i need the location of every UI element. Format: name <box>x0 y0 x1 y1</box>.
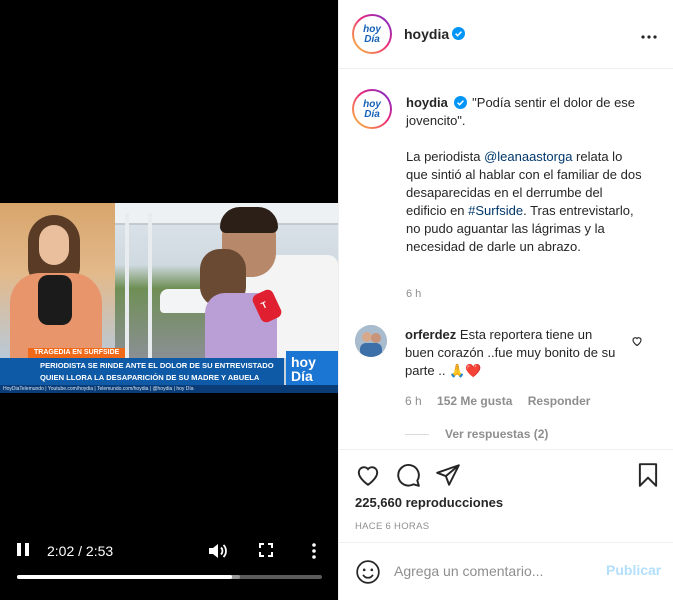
heart-icon[interactable] <box>355 462 381 488</box>
chyron-headline: PERIODISTA SE RINDE ANTE EL DOLOR DE SU … <box>0 358 284 385</box>
view-replies[interactable]: Ver respuestas (2) <box>405 427 548 441</box>
pause-icon[interactable] <box>17 543 29 556</box>
comment-bubble-icon[interactable] <box>395 462 421 488</box>
avatar[interactable]: hoy Día <box>352 14 392 54</box>
avatar-logo: hoy Día <box>357 19 387 49</box>
header-username[interactable]: hoydia <box>404 26 449 42</box>
comment-username[interactable]: orferdez <box>405 327 456 342</box>
caption: hoydia "Podía sentir el dolor de ese jov… <box>406 94 656 130</box>
comment-like-icon[interactable] <box>631 334 643 347</box>
more-horizontal-icon[interactable] <box>641 27 657 39</box>
progress-fill <box>17 575 233 579</box>
post-actions: 225,660 reproducciones HACE 6 HORAS <box>338 449 673 542</box>
comment-body: orferdez Esta reportera tiene un buen co… <box>405 327 616 378</box>
chyron-ticker: HoyDiaTelemundo | Youtube.com/hoydia | T… <box>0 385 338 393</box>
volume-icon[interactable] <box>208 542 228 560</box>
caption-body: La periodista @leanaastorga relata lo qu… <box>406 149 642 254</box>
studio-shot <box>0 203 115 358</box>
comment-input[interactable] <box>394 561 594 581</box>
video-frame[interactable]: T TRAGEDIA EN SURFSIDE PERIODISTA SE RIN… <box>0 203 338 393</box>
post-age: HACE 6 HORAS <box>355 521 430 532</box>
reply-button[interactable]: Responder <box>528 394 591 408</box>
comment-likes[interactable]: 152 Me gusta <box>437 394 512 408</box>
publish-button[interactable]: Publicar <box>606 562 661 578</box>
paper-plane-icon[interactable] <box>435 462 461 488</box>
caption-area: hoy Día hoydia "Podía sentir el dolor de… <box>339 70 673 450</box>
caption-avatar[interactable]: hoy Día <box>352 89 392 129</box>
news-chyron: TRAGEDIA EN SURFSIDE PERIODISTA SE RINDE… <box>0 346 338 393</box>
bookmark-icon[interactable] <box>635 462 661 488</box>
comment-time: 6 h <box>405 394 422 408</box>
comment-box: Publicar <box>338 542 673 600</box>
comment-avatar[interactable] <box>355 325 387 357</box>
verified-icon <box>452 27 465 40</box>
video-player[interactable]: T TRAGEDIA EN SURFSIDE PERIODISTA SE RIN… <box>0 0 338 600</box>
fullscreen-icon[interactable] <box>259 543 273 557</box>
chyron-tag: TRAGEDIA EN SURFSIDE <box>28 348 126 358</box>
comment-meta: 6 h 152 Me gusta Responder <box>405 394 602 408</box>
verified-icon <box>453 96 467 109</box>
view-count[interactable]: 225,660 reproducciones <box>355 495 503 510</box>
mention-link[interactable]: @leanaastorga <box>484 149 572 164</box>
video-time: 2:02 / 2:53 <box>47 543 114 559</box>
channel-logo: hoy Día <box>286 351 338 385</box>
caption-time: 6 h <box>406 288 422 300</box>
smiley-icon[interactable] <box>355 559 381 585</box>
caption-username[interactable]: hoydia <box>406 95 448 110</box>
video-controls: 2:02 / 2:53 <box>0 536 338 566</box>
post-header: hoy Día hoydia <box>339 0 673 69</box>
video-progress-bar[interactable] <box>17 575 322 579</box>
comment-emojis: 🙏❤️ <box>449 363 482 378</box>
more-vertical-icon[interactable] <box>307 542 321 560</box>
hashtag-link[interactable]: #Surfside <box>468 203 523 218</box>
